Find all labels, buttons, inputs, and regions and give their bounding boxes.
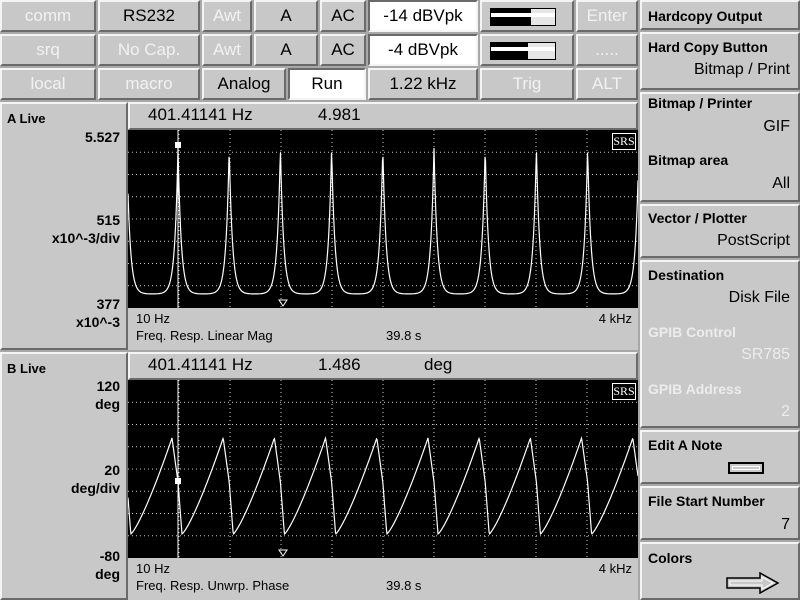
destination-softkey-group: Destination Disk File GPIB Control SR785… [640, 260, 800, 428]
arrow-right-icon [726, 572, 780, 594]
bitmap-area-value[interactable]: All [772, 175, 790, 193]
frequency-display[interactable]: 1.22 kHz [368, 68, 478, 100]
display-a-ref-triangle [278, 299, 288, 307]
rs232-button[interactable]: RS232 [98, 0, 200, 32]
display-a-srs-logo: SRS [612, 133, 636, 150]
display-a-y-bottom-unit: x10^-3 [76, 314, 120, 330]
display-a-y-top: 5.527 [84, 129, 120, 145]
display-b-marker-freq: 401.41141 Hz [148, 355, 253, 374]
edit-note-softkey[interactable]: Edit A Note [640, 430, 800, 484]
awt-b-button[interactable]: Awt [202, 34, 252, 66]
display-a-marker-value: 4.981 [318, 105, 361, 124]
enter-button[interactable]: Enter [576, 0, 638, 32]
no-cap-button[interactable]: No Cap. [98, 34, 200, 66]
gpib-address-label: GPIB Address [648, 381, 742, 397]
vector-plotter-softkey[interactable]: Vector / Plotter PostScript [640, 204, 800, 258]
bitmap-softkey-group: Bitmap / Printer GIF Bitmap area All [640, 92, 800, 202]
display-b-y-top-unit: deg [95, 396, 120, 412]
display-b-ref-triangle [278, 549, 288, 557]
range-a-field[interactable]: -14 dBVpk [368, 0, 478, 32]
display-a-measurement: Freq. Resp. Linear Mag [136, 328, 273, 343]
display-a-marker-bar: 401.41141 Hz 4.981 [128, 102, 638, 130]
display-b-time: 39.8 s [386, 578, 422, 593]
comm-button[interactable]: comm [0, 0, 96, 32]
srq-button[interactable]: srq [0, 34, 96, 66]
input-b-source-button[interactable]: A [254, 34, 318, 66]
edit-note-label: Edit A Note [648, 437, 723, 453]
display-b-marker-dot [175, 478, 181, 484]
display-b-y-div-value: 20 [104, 462, 120, 478]
dots-button[interactable]: ..... [576, 34, 638, 66]
display-b-y-bottom: -80 [99, 548, 120, 564]
vector-plotter-value: PostScript [717, 232, 790, 249]
hardcopy-button-softkey[interactable]: Hard Copy Button Bitmap / Print [640, 32, 800, 90]
display-b-x-end: 4 kHz [598, 561, 632, 576]
display-b-marker-bar: 401.41141 Hz 1.486 deg [128, 352, 638, 380]
display-a-y-div-value: 515 [96, 212, 120, 228]
display-a-name: A Live [7, 111, 46, 126]
display-a-scale-panel: A Live 5.527 515 x10^-3/div 377 x10^-3 [0, 102, 128, 350]
analog-button[interactable]: Analog [202, 68, 286, 100]
display-b-trace-svg [127, 380, 639, 558]
file-start-value: 7 [781, 516, 790, 533]
display-b-marker-unit: deg [424, 355, 453, 374]
sidebar-title: Hardcopy Output [640, 0, 800, 30]
display-a-marker-dot [175, 142, 181, 148]
gpib-control-value: SR785 [741, 346, 790, 363]
run-button[interactable]: Run [288, 68, 366, 100]
awt-a-button[interactable]: Awt [202, 0, 252, 32]
display-a-trace [127, 147, 639, 295]
coupling-a-button[interactable]: AC [320, 0, 366, 32]
display-b-marker-value: 1.486 [318, 355, 361, 374]
display-a-footer: 10 Hz 4 kHz Freq. Resp. Linear Mag 39.8 … [128, 308, 638, 350]
file-start-label: File Start Number [648, 493, 765, 509]
level-meter-a [480, 0, 574, 32]
display-a-y-div-unit: x10^-3/div [51, 230, 120, 246]
gpib-control-label: GPIB Control [648, 324, 736, 340]
display-a-plot[interactable]: SRS [127, 130, 639, 308]
display-b-srs-logo: SRS [612, 383, 636, 400]
range-b-field[interactable]: -4 dBVpk [368, 34, 478, 66]
note-box-icon [728, 462, 764, 474]
display-a-marker-freq: 401.41141 Hz [148, 105, 253, 124]
display-b-y-bottom-unit: deg [95, 566, 120, 582]
hardcopy-button-label: Hard Copy Button [648, 39, 768, 55]
display-b-scale-panel: B Live 120 deg 20 deg/div -80 deg [0, 352, 128, 600]
coupling-b-button[interactable]: AC [320, 34, 366, 66]
hardcopy-button-value: Bitmap / Print [693, 61, 790, 78]
display-b-measurement: Freq. Resp. Unwrp. Phase [136, 578, 290, 593]
colors-softkey[interactable]: Colors [640, 542, 800, 600]
display-a-x-start: 10 Hz [136, 311, 170, 326]
file-start-softkey[interactable]: File Start Number 7 [640, 486, 800, 540]
display-b-y-div-unit: deg/div [70, 480, 120, 496]
sidebar-title-text: Hardcopy Output [648, 8, 763, 24]
display-b-x-start: 10 Hz [136, 561, 170, 576]
bitmap-area-label[interactable]: Bitmap area [648, 152, 728, 168]
display-a-x-end: 4 kHz [598, 311, 632, 326]
display-a-trace-svg [127, 130, 639, 308]
trig-button[interactable]: Trig [480, 68, 574, 100]
local-button[interactable]: local [0, 68, 96, 100]
display-a-y-bottom: 377 [96, 296, 120, 312]
vector-plotter-label: Vector / Plotter [648, 210, 747, 226]
display-b-plot[interactable]: SRS [127, 380, 639, 558]
level-meter-b [480, 34, 574, 66]
display-b-name: B Live [7, 361, 47, 376]
colors-label: Colors [648, 550, 693, 566]
display-b-footer: 10 Hz 4 kHz Freq. Resp. Unwrp. Phase 39.… [128, 558, 638, 600]
bitmap-printer-value[interactable]: GIF [763, 118, 790, 136]
bitmap-printer-label[interactable]: Bitmap / Printer [648, 95, 752, 111]
destination-value[interactable]: Disk File [729, 289, 790, 307]
alt-button[interactable]: ALT [576, 68, 638, 100]
display-a-time: 39.8 s [386, 328, 422, 343]
input-a-source-button[interactable]: A [254, 0, 318, 32]
macro-button[interactable]: macro [98, 68, 200, 100]
destination-label[interactable]: Destination [648, 267, 724, 283]
display-b-y-top: 120 [96, 378, 120, 394]
gpib-address-value: 2 [781, 403, 790, 420]
